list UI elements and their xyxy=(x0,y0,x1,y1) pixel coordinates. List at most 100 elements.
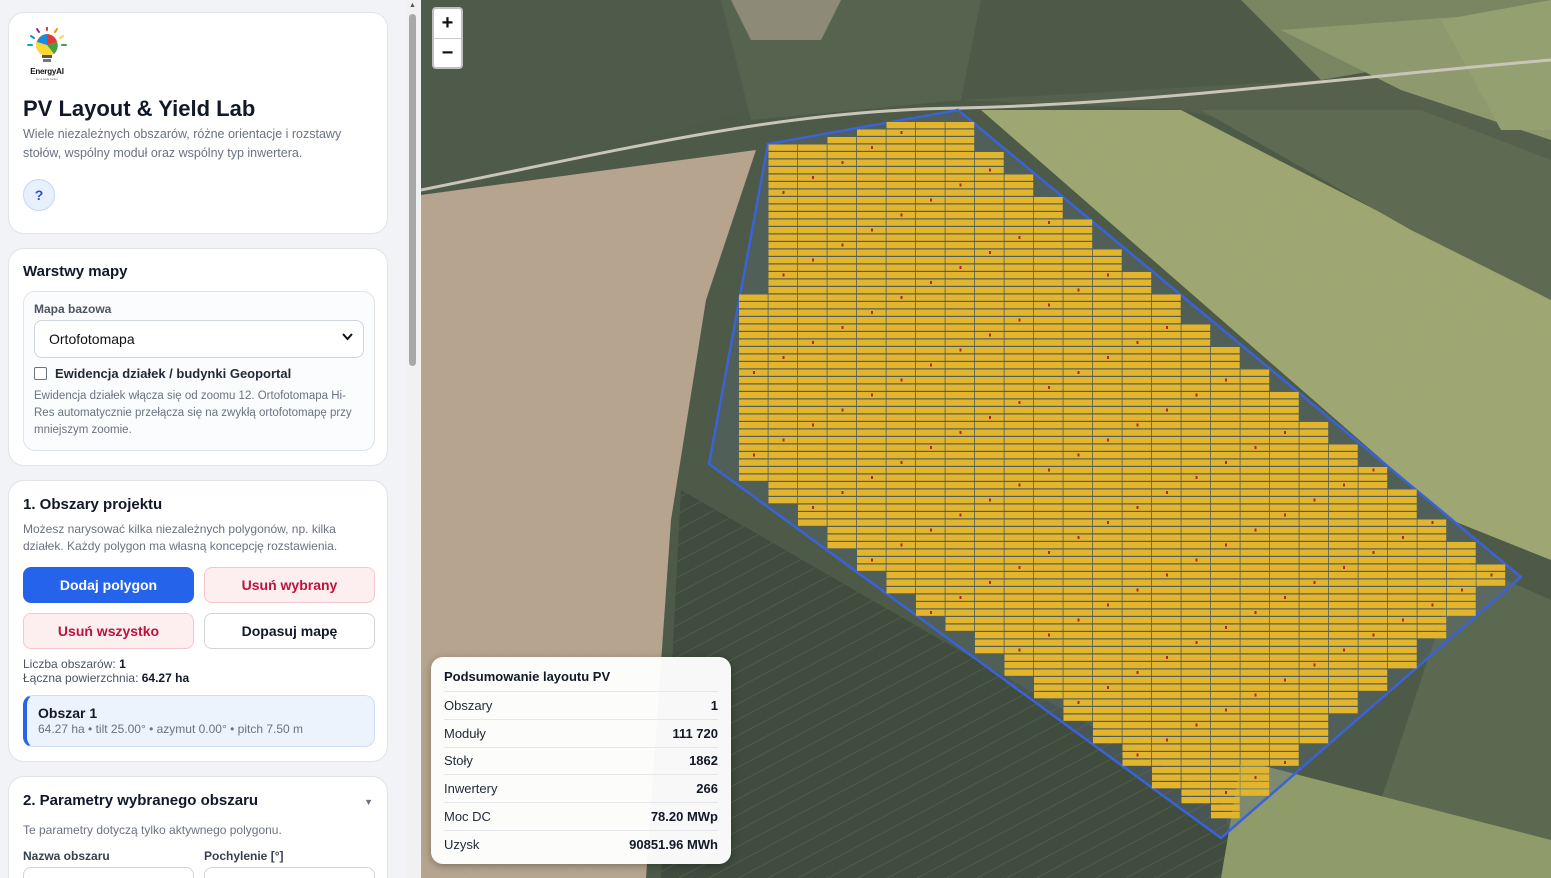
pv-table xyxy=(1122,542,1152,549)
scrollbar-thumb[interactable] xyxy=(409,14,416,366)
pv-table xyxy=(945,497,975,504)
pv-table xyxy=(1093,369,1122,376)
add-polygon-button[interactable]: Dodaj polygon xyxy=(23,567,194,603)
pv-table xyxy=(1270,542,1299,549)
pv-table xyxy=(1211,549,1240,556)
pv-table xyxy=(1240,549,1270,556)
pv-table xyxy=(916,294,945,301)
pv-table xyxy=(1181,377,1211,384)
remove-all-button[interactable]: Usuń wszystko xyxy=(23,613,194,649)
tilt-field[interactable] xyxy=(204,867,375,878)
pv-table xyxy=(1181,729,1211,736)
pv-table xyxy=(768,167,798,174)
collapse-caret-icon[interactable]: ▼ xyxy=(364,797,373,807)
area-name-field[interactable] xyxy=(23,867,194,878)
pv-table xyxy=(1152,294,1181,301)
zoom-out-button[interactable]: − xyxy=(434,38,461,67)
pv-table xyxy=(1358,594,1388,601)
pv-table xyxy=(1122,414,1152,421)
pv-table xyxy=(1034,587,1063,594)
pv-table xyxy=(1181,782,1211,789)
pv-table xyxy=(1034,242,1063,249)
pv-table xyxy=(1122,737,1152,744)
pv-table xyxy=(1093,542,1122,549)
pv-table xyxy=(1299,647,1329,654)
pv-table xyxy=(1211,422,1240,429)
pv-table xyxy=(1093,632,1122,639)
pv-table xyxy=(1152,579,1181,586)
pv-table xyxy=(1063,257,1093,264)
pv-table xyxy=(1093,714,1122,721)
pv-table xyxy=(768,377,798,384)
inverter-marker xyxy=(1048,633,1050,637)
pv-table xyxy=(739,407,768,414)
pv-table xyxy=(1211,384,1240,391)
pv-table xyxy=(857,152,886,159)
pv-table xyxy=(1447,609,1476,616)
inverter-marker xyxy=(1225,708,1227,712)
pv-table xyxy=(1211,519,1240,526)
remove-selected-button[interactable]: Usuń wybrany xyxy=(204,567,375,603)
help-button[interactable]: ? xyxy=(23,179,55,211)
pv-table xyxy=(945,572,975,579)
area-list-item[interactable]: Obszar 1 64.27 ha • tilt 25.00° • azymut… xyxy=(23,695,375,747)
pv-table xyxy=(1388,512,1417,519)
pv-table xyxy=(798,474,827,481)
pv-table xyxy=(1152,759,1181,766)
inverter-marker xyxy=(871,476,873,479)
pv-table xyxy=(916,137,945,144)
pv-table xyxy=(1240,782,1270,789)
pv-table xyxy=(945,602,975,609)
pv-table xyxy=(1122,557,1152,564)
pv-table xyxy=(1093,467,1122,474)
cadastre-toggle[interactable]: Ewidencja działek / budynki Geoportal xyxy=(34,366,291,381)
pv-table xyxy=(975,182,1004,189)
map-view[interactable]: + − Podsumowanie layoutu PV Obszary 1 Mod… xyxy=(421,0,1551,878)
pv-table xyxy=(1004,279,1034,286)
scroll-up-icon[interactable]: ▲ xyxy=(409,2,416,9)
pv-table xyxy=(1181,347,1211,354)
pv-table xyxy=(1063,594,1093,601)
sidebar-scrollbar[interactable]: ▲ xyxy=(405,0,420,878)
pv-table xyxy=(1093,257,1122,264)
pv-table xyxy=(886,437,916,444)
pv-table xyxy=(945,624,975,631)
pv-table xyxy=(1270,579,1299,586)
pv-table xyxy=(916,212,945,219)
pv-table xyxy=(1299,512,1329,519)
pv-table xyxy=(1004,197,1034,204)
cadastre-hint: Ewidencja działek włącza się od zoomu 12… xyxy=(34,390,352,436)
pv-table xyxy=(1388,519,1417,526)
pv-table xyxy=(945,332,975,339)
pv-table xyxy=(827,212,857,219)
pv-table xyxy=(1417,587,1447,594)
inverter-marker xyxy=(1166,491,1168,494)
pv-table xyxy=(886,482,916,489)
basemap-select[interactable]: Ortofotomapa xyxy=(34,320,364,358)
pv-table xyxy=(1093,647,1122,654)
pv-table xyxy=(1240,497,1270,504)
pv-table xyxy=(1004,459,1034,466)
pv-table xyxy=(1181,662,1211,669)
project-areas-title: 1. Obszary projektu xyxy=(23,496,163,513)
pv-table xyxy=(768,339,798,346)
pv-table xyxy=(886,392,916,399)
pv-table xyxy=(975,189,1004,196)
cadastre-checkbox[interactable] xyxy=(34,367,47,380)
zoom-in-button[interactable]: + xyxy=(434,9,461,38)
pv-table xyxy=(1152,414,1181,421)
inverter-marker xyxy=(1018,318,1021,322)
pv-table xyxy=(975,459,1004,466)
pv-table xyxy=(1034,459,1063,466)
inverter-marker xyxy=(841,491,844,494)
pv-table xyxy=(886,534,916,541)
inverter-marker xyxy=(1431,521,1434,524)
project-areas-description: Możesz narysować kilka niezależnych poly… xyxy=(23,522,338,553)
fit-map-button[interactable]: Dopasuj mapę xyxy=(204,613,375,649)
pv-table xyxy=(1122,572,1152,579)
pv-table xyxy=(827,197,857,204)
pv-table xyxy=(1034,602,1063,609)
pv-table xyxy=(1299,632,1329,639)
pv-table xyxy=(1329,669,1358,676)
pv-table xyxy=(1152,564,1181,571)
